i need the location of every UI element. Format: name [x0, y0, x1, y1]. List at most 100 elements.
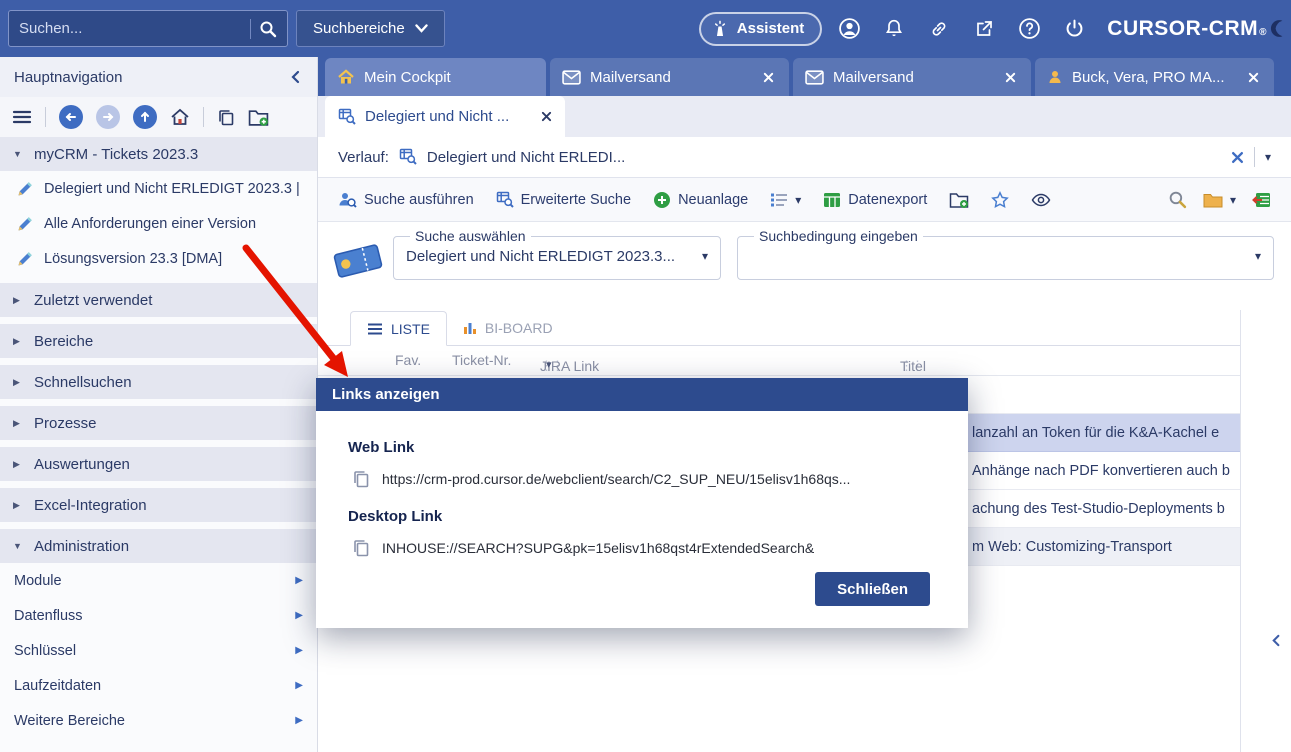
sidebar-item-delegiert[interactable]: Delegiert und Nicht ERLEDIGT 2023.3 | — [0, 171, 317, 206]
folder-dropdown-button[interactable]: ▾ — [1203, 192, 1236, 208]
column-header-fav[interactable]: Fav. — [395, 352, 421, 368]
menu-hamburger-icon[interactable] — [12, 109, 32, 125]
chevron-down-icon[interactable]: ▾ — [702, 249, 708, 263]
section-label: Excel-Integration — [34, 497, 147, 514]
tab-label: BI-BOARD — [485, 320, 553, 336]
favorite-star-button[interactable] — [991, 191, 1009, 209]
tab-label: Mein Cockpit — [364, 69, 534, 86]
close-icon[interactable] — [759, 68, 777, 86]
nav-up-button[interactable] — [133, 105, 157, 129]
user-profile-button[interactable] — [831, 11, 867, 47]
chevron-down-icon[interactable]: ▾ — [1255, 249, 1261, 263]
tab-contact-buck-vera[interactable]: Buck, Vera, PRO MA... — [1035, 58, 1274, 96]
table-header: Fav. Ticket-Nr. ⋮⋮JIRA Link▾ ⋮⋮Titel — [318, 346, 1240, 376]
item-label: Schlüssel — [14, 643, 295, 659]
copy-link-icon[interactable] — [352, 469, 370, 488]
add-to-folder-button[interactable] — [949, 191, 969, 209]
tab-label: Mailversand — [590, 69, 750, 86]
sidebar-item-module[interactable]: Module ▶ — [0, 563, 317, 598]
search-icon[interactable] — [259, 20, 277, 38]
new-record-button[interactable]: Neuanlage — [653, 191, 748, 209]
close-icon[interactable] — [1001, 68, 1019, 86]
global-search-box[interactable] — [8, 10, 288, 47]
nav-forward-button[interactable] — [96, 105, 120, 129]
sidebar-item-weitere-bereiche[interactable]: Weitere Bereiche ▶ — [0, 703, 317, 738]
tab-mailversand-2[interactable]: Mailversand — [793, 58, 1031, 96]
assistant-button[interactable]: Assistent — [699, 12, 823, 46]
column-header-ticket-nr[interactable]: Ticket-Nr. — [452, 352, 511, 368]
link-button[interactable] — [921, 11, 957, 47]
chevron-down-icon[interactable]: ▾ — [1265, 150, 1271, 164]
sidebar-item-datenfluss[interactable]: Datenfluss ▶ — [0, 598, 317, 633]
sidebar-item-schluessel[interactable]: Schlüssel ▶ — [0, 633, 317, 668]
tab-mein-cockpit[interactable]: Mein Cockpit — [325, 58, 546, 96]
collapse-right-panel-icon[interactable] — [1270, 634, 1283, 647]
nav-back-button[interactable] — [59, 105, 83, 129]
history-entry[interactable]: Delegiert und Nicht ERLEDI... — [427, 149, 625, 166]
open-external-button[interactable] — [966, 11, 1002, 47]
sidebar-item-alle-anforderungen[interactable]: Alle Anforderungen einer Version — [0, 206, 317, 241]
extended-search-icon — [496, 191, 514, 209]
liste-icon — [367, 323, 383, 335]
mail-icon — [562, 70, 581, 85]
sidebar-section-zuletzt-verwendet[interactable]: ▶ Zuletzt verwendet — [0, 283, 317, 317]
sidebar-group-administration[interactable]: ▼ Administration — [0, 529, 317, 563]
tab-liste[interactable]: LISTE — [350, 311, 447, 346]
brand-mark-icon — [1270, 19, 1283, 38]
help-button[interactable] — [1011, 11, 1047, 47]
sidebar-item-laufzeitdaten[interactable]: Laufzeitdaten ▶ — [0, 668, 317, 703]
subtab-label: Delegiert und Nicht ... — [365, 108, 532, 125]
close-icon[interactable] — [541, 111, 552, 122]
sidebar-title: Hauptnavigation — [14, 69, 289, 86]
sidebar-item-loesungsversion[interactable]: Lösungsversion 23.3 [DMA] — [0, 241, 317, 276]
row-titel: lanzahl an Token für die K&A-Kachel e — [972, 425, 1219, 441]
home-navigation-icon[interactable] — [170, 108, 190, 126]
copy-icon[interactable] — [217, 108, 235, 126]
column-label: Titel — [900, 358, 926, 374]
sidebar-section-schnellsuchen[interactable]: ▶ Schnellsuchen — [0, 365, 317, 399]
clear-history-icon[interactable] — [1231, 151, 1244, 164]
desktop-link-url[interactable]: INHOUSE://SEARCH?SUPG&pk=15elisv1h68qst4… — [382, 540, 814, 556]
add-folder-icon[interactable] — [248, 108, 269, 127]
sidebar-section-auswertungen[interactable]: ▶ Auswertungen — [0, 447, 317, 481]
tab-mailversand-1[interactable]: Mailversand — [550, 58, 789, 96]
close-dialog-button[interactable]: Schließen — [815, 572, 930, 606]
search-select-field[interactable]: Suche auswählen Delegiert und Nicht ERLE… — [393, 228, 721, 280]
button-label: Erweiterte Suche — [521, 192, 631, 208]
sidebar: Hauptnavigation — [0, 57, 318, 752]
triangle-down-icon: ▼ — [13, 149, 24, 159]
notifications-bell-button[interactable] — [876, 11, 912, 47]
sidebar-section-prozesse[interactable]: ▶ Prozesse — [0, 406, 317, 440]
search-condition-field[interactable]: Suchbedingung eingeben ▾ — [737, 228, 1274, 280]
sidebar-group-mycrm[interactable]: ▼ myCRM - Tickets 2023.3 — [0, 137, 317, 171]
zoom-search-button[interactable] — [1168, 190, 1187, 209]
search-select-value: Delegiert und Nicht ERLEDIGT 2023.3... — [406, 248, 675, 265]
copy-link-icon[interactable] — [352, 538, 370, 557]
sidebar-header: Hauptnavigation — [0, 57, 317, 97]
chevron-down-icon[interactable]: ▾ — [546, 358, 552, 371]
sidebar-section-bereiche[interactable]: ▶ Bereiche — [0, 324, 317, 358]
close-icon[interactable] — [1244, 68, 1262, 86]
data-export-button[interactable]: Datenexport — [823, 192, 927, 208]
web-link-url[interactable]: https://crm-prod.cursor.de/webclient/sea… — [382, 471, 850, 487]
import-table-button[interactable] — [1252, 192, 1271, 208]
sidebar-section-excel-integration[interactable]: ▶ Excel-Integration — [0, 488, 317, 522]
search-divider — [250, 19, 251, 39]
search-areas-button[interactable]: Suchbereiche — [296, 10, 445, 47]
chevron-down-icon: ▾ — [795, 193, 801, 207]
subtab-delegiert[interactable]: Delegiert und Nicht ... — [325, 96, 565, 137]
visibility-eye-button[interactable] — [1031, 193, 1051, 207]
plus-circle-icon — [653, 191, 671, 209]
search-input[interactable] — [19, 20, 242, 37]
item-label: Weitere Bereiche — [14, 713, 295, 729]
item-label: Laufzeitdaten — [14, 678, 295, 694]
logout-power-button[interactable] — [1056, 11, 1092, 47]
list-view-dropdown-button[interactable]: ▾ — [770, 192, 801, 208]
tab-bi-board[interactable]: BI-BOARD — [447, 310, 569, 345]
extended-search-icon — [338, 108, 356, 126]
web-link-label: Web Link — [348, 439, 936, 456]
collapse-sidebar-icon[interactable] — [289, 70, 303, 84]
extended-search-button[interactable]: Erweiterte Suche — [496, 191, 631, 209]
run-search-button[interactable]: Suche ausführen — [338, 191, 474, 209]
triangle-down-icon: ▼ — [13, 541, 24, 551]
